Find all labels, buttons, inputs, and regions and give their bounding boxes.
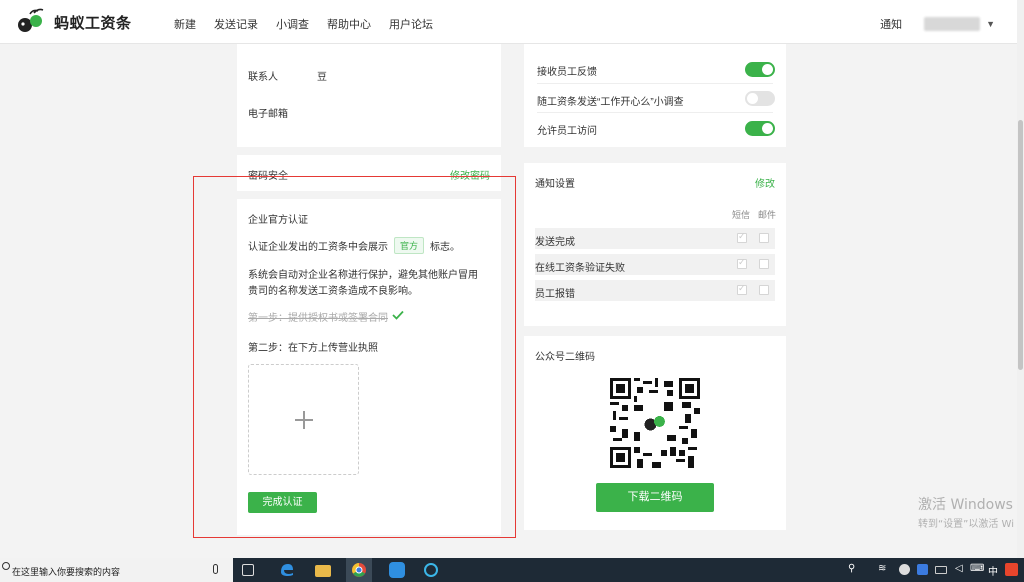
taskbar-search-box[interactable]: 在这里输入你要搜索的内容 (0, 558, 233, 582)
official-badge: 官方 (394, 237, 425, 254)
toggle-label-survey: 随工资条发送“工作开心么”小调查 (537, 97, 684, 108)
edge-browser-icon[interactable] (279, 562, 295, 578)
step1-text: 第一步：提供授权书或签署合同 (248, 313, 388, 324)
logo-text-black: 蚂蚁 (54, 14, 86, 32)
antivirus-tray-icon[interactable] (899, 564, 910, 575)
main-nav: 新建 发送记录 小调查 帮助中心 用户论坛 (174, 16, 433, 32)
download-qr-button[interactable]: 下载二维码 (596, 483, 714, 512)
nav-user-forum[interactable]: 用户论坛 (389, 16, 433, 32)
scrollbar-thumb[interactable] (1018, 120, 1023, 370)
qr-title: 公众号二维码 (535, 352, 595, 363)
ant-logo-icon (16, 8, 50, 36)
edit-notify-link[interactable]: 修改 (755, 175, 775, 190)
nav-survey[interactable]: 小调查 (276, 16, 309, 32)
notify-row: 员工报错 (535, 280, 775, 301)
ime-indicator[interactable]: 中 (988, 563, 998, 578)
app-logo[interactable]: 蚂蚁工资条 (16, 8, 132, 36)
mail-checkbox[interactable] (759, 259, 769, 269)
cert-line1-suffix: 标志。 (430, 242, 461, 253)
cert-title: 企业官方认证 (248, 215, 308, 226)
complete-certification-button[interactable]: 完成认证 (248, 492, 317, 513)
battery-icon[interactable] (935, 566, 947, 574)
qr-code-card: 公众号二维码 下载二维码 (524, 336, 786, 530)
sogou-ime-icon[interactable] (1005, 563, 1018, 576)
employee-access-toggle[interactable] (745, 121, 775, 136)
feishu-icon[interactable] (389, 562, 405, 578)
notify-row-label: 发送完成 (535, 237, 575, 248)
cert-desc-line1: 系统会自动对企业名称进行保护，避免其他账户冒用 (248, 270, 478, 281)
notifications-link[interactable]: 通知 (880, 16, 902, 32)
windows-taskbar: 在这里输入你要搜索的内容 ⚲ ≋ ◁ ⌨ 中 (0, 558, 1024, 582)
nav-help-center[interactable]: 帮助中心 (327, 16, 371, 32)
windows-watermark-subtitle: 转到“设置”以激活 Wi (918, 519, 1014, 530)
license-upload-box[interactable] (248, 364, 359, 475)
survey-toggle[interactable] (745, 91, 775, 106)
notify-row: 发送完成 (535, 228, 775, 249)
sms-checkbox[interactable] (737, 257, 747, 269)
col-sms-header: 短信 (732, 210, 751, 220)
task-view-icon[interactable] (242, 564, 254, 576)
sms-checkbox[interactable] (737, 231, 747, 243)
people-icon[interactable]: ⚲ (848, 563, 855, 574)
volume-icon[interactable]: ◁ (955, 563, 963, 574)
taskbar-search-placeholder: 在这里输入你要搜索的内容 (12, 567, 121, 577)
browser-app-icon[interactable] (424, 563, 438, 577)
notify-row: 在线工资条验证失败 (535, 254, 775, 275)
cert-line1-prefix: 认证企业发出的工资条中会展示 (248, 242, 388, 253)
mail-checkbox[interactable] (759, 233, 769, 243)
password-label: 密码安全 (248, 171, 288, 182)
password-card: 密码安全 修改密码 (237, 155, 501, 191)
cert-desc-line2: 贵司的名称发送工资条造成不良影响。 (248, 286, 418, 297)
wifi-icon[interactable]: ≋ (878, 563, 886, 574)
shield-tray-icon[interactable] (917, 564, 928, 575)
contact-card: 联系人 豆 电子邮箱 (237, 44, 501, 147)
top-navigation-bar: 蚂蚁工资条 新建 发送记录 小调查 帮助中心 用户论坛 通知 ▼ (0, 0, 1017, 44)
search-icon (2, 562, 10, 570)
page-scrollbar[interactable] (1017, 0, 1024, 558)
windows-watermark-title: 激活 Windows (918, 497, 1013, 513)
email-label: 电子邮箱 (248, 109, 288, 120)
logo-text-green: 工资条 (85, 14, 132, 32)
toggle-settings-card: 接收员工反馈 随工资条发送“工作开心么”小调查 允许员工访问 (524, 44, 786, 147)
sms-checkbox[interactable] (737, 283, 747, 295)
language-icon[interactable]: ⌨ (970, 563, 984, 574)
checkmark-icon (392, 310, 404, 323)
nav-new[interactable]: 新建 (174, 16, 196, 32)
qr-code-image (610, 378, 700, 468)
toggle-label-employee-access: 允许员工访问 (537, 126, 597, 137)
contact-label: 联系人 (248, 72, 278, 83)
feedback-toggle[interactable] (745, 62, 775, 77)
chrome-taskbar-item[interactable] (346, 558, 372, 582)
change-password-link[interactable]: 修改密码 (450, 167, 490, 182)
chevron-down-icon[interactable]: ▼ (986, 19, 995, 29)
user-name-blurred[interactable] (924, 17, 981, 31)
nav-send-records[interactable]: 发送记录 (214, 16, 258, 32)
mail-checkbox[interactable] (759, 285, 769, 295)
step2-text: 第二步：在下方上传营业执照 (248, 343, 378, 354)
contact-value: 豆 (317, 72, 327, 83)
file-explorer-icon[interactable] (315, 565, 331, 577)
notify-title: 通知设置 (535, 179, 575, 190)
notify-row-label: 员工报错 (535, 289, 575, 300)
toggle-label-feedback: 接收员工反馈 (537, 67, 597, 78)
microphone-icon[interactable] (213, 564, 218, 574)
notify-row-label: 在线工资条验证失败 (535, 263, 625, 274)
col-mail-header: 邮件 (758, 210, 777, 220)
